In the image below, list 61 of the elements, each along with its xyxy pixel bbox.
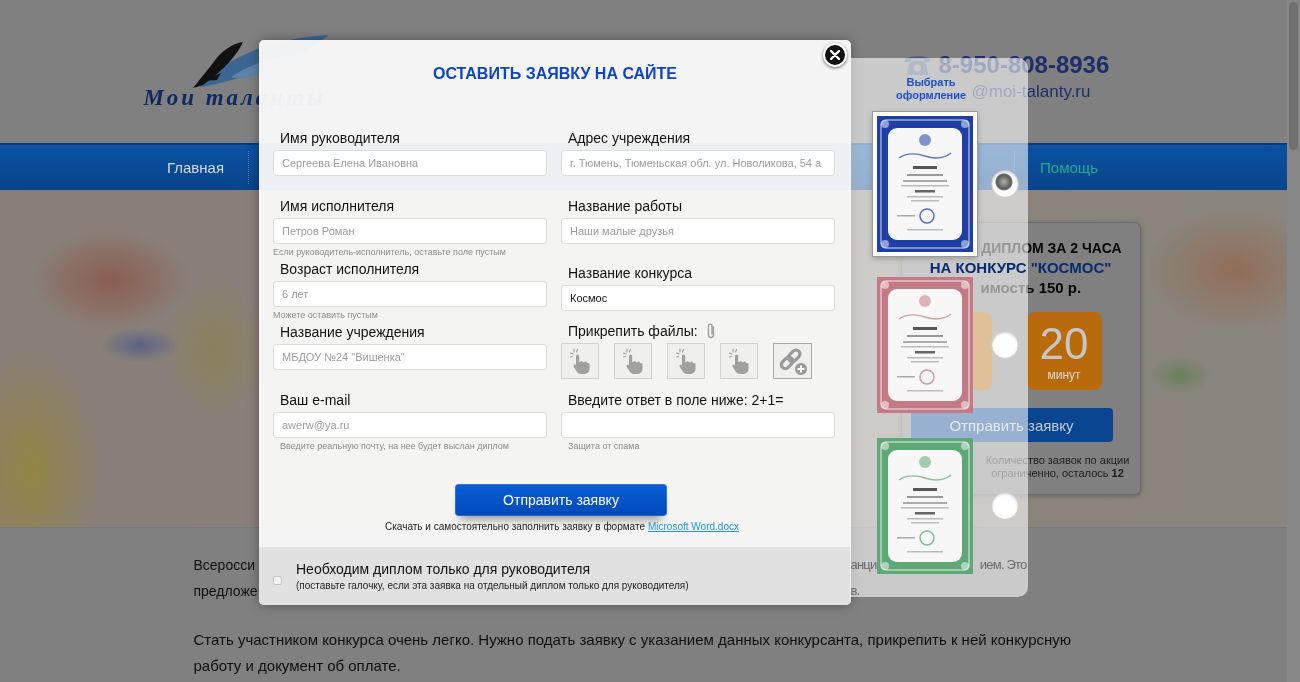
hand-pointer-icon xyxy=(676,348,696,374)
nav-link[interactable]: Главная xyxy=(166,159,225,176)
field-label: Название учреждения xyxy=(280,324,425,340)
input-field[interactable]: awerw@ya.ru xyxy=(273,412,547,438)
file-upload-button[interactable] xyxy=(720,343,758,379)
text-fragment: в. xyxy=(850,582,860,600)
file-upload-button[interactable] xyxy=(561,343,599,379)
field-label: Ваш e-mail xyxy=(280,392,351,408)
file-upload-button[interactable] xyxy=(667,343,705,379)
body-paragraph: Стать участником конкурса очень легко. Нужно подать заявку с указанием данных конкурсанта, прикрепить к ней конкурсную работу и документ об оплате. xyxy=(193,630,1073,676)
promo-submit-button[interactable]: Отправить заявку xyxy=(910,408,1113,442)
file-upload-button[interactable] xyxy=(614,343,652,379)
input-field[interactable]: Космос xyxy=(561,285,835,311)
design-picker-title: Выбрать оформление xyxy=(896,76,967,102)
field-hint: Если руководитель-исполнитель, оставьте поле пустым xyxy=(273,247,506,257)
text-fragment: анци xyxy=(850,556,877,574)
modal-title: ОСТАВИТЬ ЗАЯВКУ НА САЙТЕ xyxy=(431,65,679,83)
phone-number: 8-950-808-8936 xyxy=(938,51,1110,78)
field-label: Введите ответ в поле ниже: 2+1= xyxy=(568,392,784,408)
diploma-thumbnail[interactable] xyxy=(873,112,977,256)
phone-icon xyxy=(903,54,931,76)
checkbox-label: Необходим диплом только для руководителя xyxy=(296,560,591,578)
hand-pointer-icon xyxy=(570,348,590,374)
text-fragment: предложе xyxy=(193,582,258,600)
close-icon xyxy=(830,50,840,60)
checkbox[interactable] xyxy=(273,576,282,585)
close-button[interactable] xyxy=(823,43,847,67)
link-add-icon xyxy=(777,346,808,376)
timer-number: 20 xyxy=(1039,320,1089,368)
diploma-thumbnail[interactable] xyxy=(877,277,973,413)
input-field[interactable]: МБДОУ №24 "Вишенка" xyxy=(273,344,547,370)
add-link-button[interactable] xyxy=(773,343,812,379)
field-hint: Можете оставить пустым xyxy=(273,310,378,320)
checkbox-note: (поставьте галочку, если эта заявка на отдельный диплом только для руководителя) xyxy=(296,578,689,592)
hand-pointer-icon xyxy=(623,348,643,374)
input-field[interactable]: Сергеева Елена Ивановна xyxy=(273,150,547,176)
input-field[interactable] xyxy=(561,412,835,438)
paperclip-icon xyxy=(705,322,716,340)
timer-unit: минут xyxy=(1047,368,1081,382)
promo-contest: НА КОНКУРС "КОСМОС" xyxy=(928,258,1113,278)
hand-pointer-icon xyxy=(729,348,749,374)
field-label: Прикрепить файлы: xyxy=(568,323,698,339)
field-hint: Защита от спама xyxy=(567,441,640,451)
diploma-thumbnail[interactable] xyxy=(877,438,973,574)
input-field[interactable]: Наши малые друзья xyxy=(561,218,835,244)
promo-headline: ДИПЛОМ ЗА 2 ЧАСА xyxy=(980,239,1123,258)
field-label: Название работы xyxy=(568,198,682,214)
field-label: Имя руководителя xyxy=(280,130,400,146)
text-fragment: ием. Это xyxy=(979,556,1027,574)
field-label: Название конкурса xyxy=(568,265,692,281)
field-label: Адрес учреждения xyxy=(568,130,691,146)
text-fragment: Всеросси xyxy=(193,556,256,574)
input-field[interactable]: 6 лет xyxy=(273,281,547,307)
promo-price: имость 150 р. xyxy=(979,278,1083,298)
input-field[interactable]: Петров Роман xyxy=(273,218,547,244)
download-note: Скачать и самостоятельно заполнить заявку в формате Microsoft Word.docx xyxy=(384,521,740,533)
input-field[interactable]: г. Тюмень, Тюменьская обл. ул. Новоликова, 54 а xyxy=(561,150,835,176)
field-label: Имя исполнителя xyxy=(280,198,395,214)
field-label: Возраст исполнителя xyxy=(280,261,420,277)
submit-button[interactable]: Отправить заявку xyxy=(455,484,667,516)
field-hint: Введите реальную почту, на нее будет выслан диплом xyxy=(279,441,510,451)
